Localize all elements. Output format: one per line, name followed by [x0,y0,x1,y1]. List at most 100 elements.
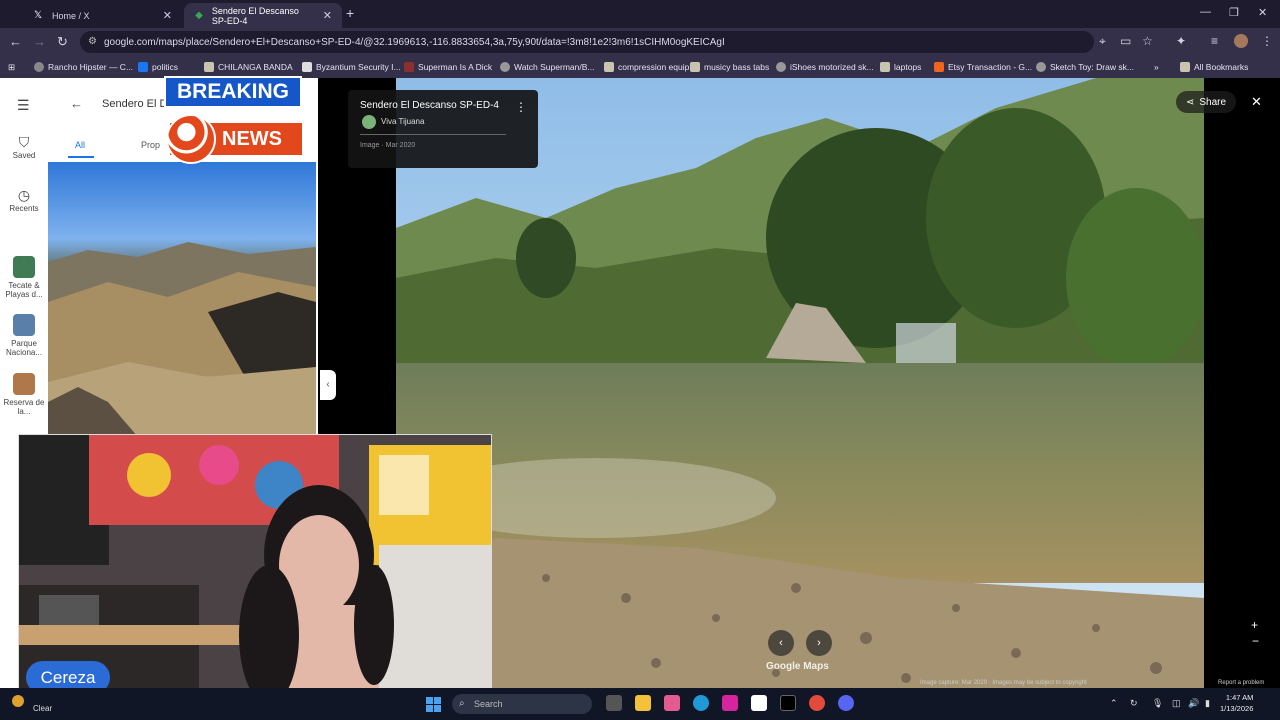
forward-icon[interactable]: → [33,34,46,49]
globe-icon [1036,62,1046,72]
recent-place[interactable]: Tecate & Playas d... [0,256,48,299]
bookmark-item[interactable]: CHILANGA BANDA [204,62,302,72]
close-tab-icon[interactable]: ✕ [323,9,332,22]
streetview-owner[interactable]: Viva Tijuana [381,117,424,126]
microphone-icon[interactable]: 🎙 [1152,698,1163,709]
bookmark-item[interactable]: Watch Superman/B... [500,62,604,72]
globe-icon [34,62,44,72]
bookmark-item[interactable]: Superman Is A Dick [404,62,500,72]
folder-icon [204,62,214,72]
bookmark-item[interactable]: politics [138,62,204,72]
tab-home-x[interactable]: 𝕏 Home / X ✕ [22,3,182,28]
menu-kebab-icon[interactable]: ⋮ [1261,34,1273,48]
zoom-in-icon[interactable]: + [1251,618,1258,632]
share-label: Share [1199,96,1227,108]
network-icon[interactable]: ◫ [1172,698,1181,709]
share-button[interactable]: ⋖ Share [1176,91,1236,113]
file-explorer-icon[interactable] [635,695,651,711]
recent-place-label: Parque Naciona... [5,339,43,357]
clock-date: 1/13/2026 [1220,704,1254,713]
volume-icon[interactable]: 🔊 [1188,698,1199,709]
share-icon: ⋖ [1185,96,1195,108]
bookmark-item[interactable]: iShoes motorized sk... [776,62,880,72]
bookmark-item[interactable]: Byzantium Security I... [302,62,404,72]
close-tab-icon[interactable]: ✕ [163,9,172,22]
instagram-icon[interactable] [722,695,738,711]
pan-left-button[interactable]: ‹ [768,630,794,656]
taskbar-search[interactable]: ⌕ Search [452,694,592,714]
close-window-icon[interactable]: ✕ [1258,6,1267,19]
extensions-icon[interactable]: ✦ [1176,34,1186,48]
more-bookmarks-icon[interactable]: » [1154,62,1180,72]
bookmark-label: laptops [894,62,922,72]
bookmark-item[interactable]: Sketch Toy: Draw sk... [1036,62,1154,72]
sync-icon[interactable]: ↻ [1130,698,1138,709]
bookmark-star-icon[interactable]: ☆ [1142,34,1153,48]
hamburger-menu-icon[interactable]: ☰ [17,97,30,114]
recent-place[interactable]: Parque Naciona... [0,314,48,357]
globe-icon [776,62,786,72]
place-thumbnail [13,373,35,395]
media-icon[interactable]: ≡ [1211,34,1218,48]
tab-all[interactable]: All [75,140,85,150]
bookmark-label: politics [152,62,178,72]
collapse-panel-button[interactable]: ‹ [320,370,336,400]
site-info-icon[interactable]: ⚙ [88,36,97,47]
streetview-image[interactable] [396,78,1204,688]
new-tab-button[interactable]: + [346,5,354,21]
bookmark-label: Sketch Toy: Draw sk... [1050,62,1134,72]
chrome-icon[interactable] [809,695,825,711]
minimize-icon[interactable]: — [1200,6,1211,18]
pan-right-button[interactable]: › [806,630,832,656]
bookmark-item[interactable]: compression equip [604,62,690,72]
address-bar[interactable]: ⚙ google.com/maps/place/Sendero+El+Desca… [80,31,1094,53]
bookmark-item[interactable]: laptops [880,62,934,72]
profile-avatar[interactable] [1234,34,1248,48]
task-view-icon[interactable] [606,695,622,711]
bookmark-item[interactable]: Rancho Hipster — C... [34,62,138,72]
recent-place[interactable]: Reserva de la... [0,373,48,416]
search-icon: ⌕ [459,698,465,709]
etsy-icon [934,62,944,72]
weather-label[interactable]: Clear [33,704,52,713]
system-clock[interactable]: 1:47 AM 1/13/2026 [1220,692,1253,714]
windows-start-icon[interactable] [426,697,441,712]
zoom-out-icon[interactable]: − [1252,634,1259,648]
maximize-icon[interactable]: ❐ [1229,6,1239,19]
folder-icon [604,62,614,72]
copilot-icon[interactable] [664,695,680,711]
bookmark-item[interactable]: Etsy Transaction - G... [934,62,1036,72]
cast-icon[interactable]: ▭ [1120,34,1131,48]
recents-label: Recents [9,204,39,213]
reload-icon[interactable]: ↻ [57,34,68,50]
search-placeholder: Search [474,699,503,709]
all-bookmarks[interactable]: All Bookmarks [1180,62,1260,72]
bookmark-label: CHILANGA BANDA [218,62,293,72]
amazon-icon[interactable] [751,695,767,711]
report-problem-link[interactable]: Report a problem [1218,680,1264,686]
bookmarks-bar: ⊞ Rancho Hipster — C... politics CHILANG… [0,56,1280,78]
apps-icon[interactable]: ⊞ [8,62,34,73]
saved-button[interactable]: ⛉ Saved [0,134,48,160]
edge-icon[interactable] [693,695,709,711]
recents-button[interactable]: ◷ Recents [0,187,48,213]
place-thumbnail [13,256,35,278]
battery-icon[interactable]: ▮ [1205,698,1210,709]
discord-icon[interactable] [838,695,854,711]
tab-maps[interactable]: ◆ Sendero El Descanso SP-ED-4 ✕ [184,3,342,28]
location-icon[interactable]: ⌖ [1099,34,1106,49]
more-options-icon[interactable]: ⋮ [515,100,527,114]
bookmark-label: iShoes motorized sk... [790,62,874,72]
tray-overflow-icon[interactable]: ⌃ [1110,698,1118,709]
clock-time: 1:47 AM [1225,693,1254,702]
close-streetview-icon[interactable]: ✕ [1251,94,1262,110]
place-photo[interactable] [48,162,316,437]
back-arrow-icon[interactable]: ← [70,96,83,111]
weather-icon[interactable] [12,695,24,707]
back-icon[interactable]: ← [9,34,22,49]
tab-prop[interactable]: Prop [141,140,160,150]
google-maps-logo: Google Maps [766,661,829,672]
bookmark-item[interactable]: musicy bass tabs [690,62,776,72]
x-app-icon[interactable] [780,695,796,711]
streetview-title[interactable]: Sendero El Descanso SP-ED-4 [360,100,499,111]
